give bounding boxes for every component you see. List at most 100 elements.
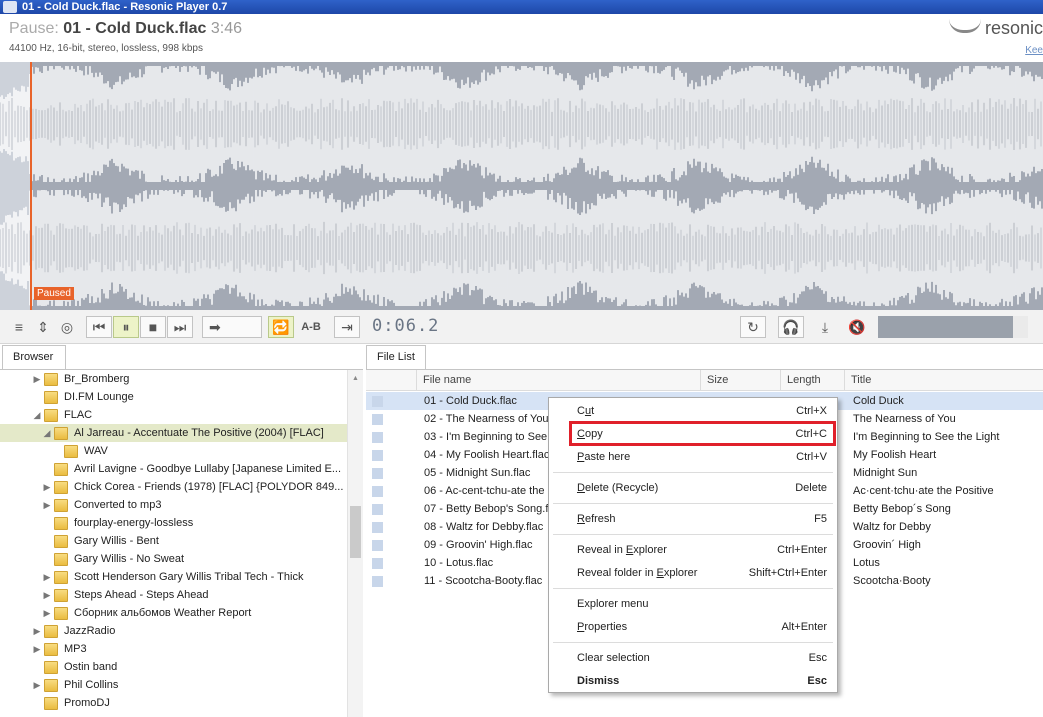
row-checkbox[interactable]: [372, 450, 383, 461]
tree-item[interactable]: ▶ Converted to mp3: [0, 496, 347, 514]
browser-scrollbar[interactable]: ▲: [347, 370, 363, 717]
download-button[interactable]: ⤓: [812, 316, 838, 338]
accelerator-key: R: [577, 513, 585, 525]
tree-item[interactable]: ▶ Phil Collins: [0, 676, 347, 694]
stop-button[interactable]: ■: [140, 316, 166, 338]
seek-marker-button[interactable]: ⇥: [334, 316, 360, 338]
menu-item-shortcut: Ctrl+Enter: [777, 544, 827, 556]
volume-slider[interactable]: [878, 316, 1028, 338]
tree-item[interactable]: ▶ Br_Bromberg: [0, 370, 347, 388]
menu-item-reveal-folder-in-explorer[interactable]: Reveal folder in Explorer Shift+Ctrl+Ente…: [549, 562, 837, 584]
file-list-header: File name Size Length Title: [366, 370, 1043, 391]
keep-link[interactable]: Kee: [1025, 45, 1043, 56]
title-cell: Betty Bebop´s Song: [853, 503, 951, 515]
row-checkbox[interactable]: [372, 396, 383, 407]
menu-item-paste-here[interactable]: Paste here Ctrl+V: [549, 446, 837, 468]
expand-arrow-icon[interactable]: ▶: [32, 622, 42, 640]
refresh-button[interactable]: ↻: [740, 316, 766, 338]
row-checkbox[interactable]: [372, 576, 383, 587]
menu-item-cut[interactable]: Cut Ctrl+X: [549, 400, 837, 422]
tree-item-label: WAV: [84, 445, 108, 457]
tree-item[interactable]: ▶ MP3: [0, 640, 347, 658]
menu-item-refresh[interactable]: Refresh F5: [549, 508, 837, 530]
playhead[interactable]: [30, 62, 32, 310]
tab-file-list[interactable]: File List: [366, 345, 426, 370]
time-display: 0:06.2: [372, 316, 440, 336]
app-icon: [3, 1, 17, 13]
expand-arrow-icon[interactable]: ▶: [32, 370, 42, 388]
menu-icon[interactable]: ≡: [6, 316, 32, 338]
tree-item[interactable]: ◢ Al Jarreau - Accentuate The Positive (2…: [0, 424, 347, 442]
tree-item[interactable]: ▶ Scott Henderson Gary Willis Tribal Tech…: [0, 568, 347, 586]
scroll-up-icon[interactable]: ▲: [352, 375, 359, 382]
download-icon: ⤓: [821, 318, 829, 335]
tree-item[interactable]: ▶ Chick Corea - Friends (1978) [FLAC] {PO…: [0, 478, 347, 496]
column-length[interactable]: Length: [780, 370, 844, 391]
row-checkbox[interactable]: [372, 414, 383, 425]
pause-icon: ⏸: [122, 318, 130, 335]
row-checkbox[interactable]: [372, 486, 383, 497]
column-file-name[interactable]: File name: [416, 370, 700, 391]
tree-item[interactable]: ▶ JazzRadio: [0, 622, 347, 640]
skip-back-icon: ⏮: [92, 318, 106, 335]
pause-button[interactable]: ⏸: [113, 316, 139, 338]
mute-button[interactable]: 🔇: [844, 316, 870, 338]
row-checkbox[interactable]: [372, 468, 383, 479]
menu-separator: [553, 642, 833, 643]
expand-arrow-icon[interactable]: ▶: [42, 478, 52, 496]
tab-browser[interactable]: Browser: [2, 345, 66, 370]
loop-button[interactable]: 🔁: [268, 316, 294, 338]
menu-item-clear-selection[interactable]: Clear selection Esc: [549, 647, 837, 669]
menu-item-reveal-in-explorer[interactable]: Reveal in Explorer Ctrl+Enter: [549, 539, 837, 561]
collapse-arrow-icon[interactable]: ◢: [32, 406, 42, 424]
row-checkbox[interactable]: [372, 432, 383, 443]
reorder-icon[interactable]: ⇕: [30, 316, 56, 338]
next-button[interactable]: ⏭: [167, 316, 193, 338]
paused-badge: Paused: [34, 287, 74, 300]
context-menu: Cut Ctrl+X Copy Ctrl+C Paste here Ctrl+V Delet…: [548, 397, 838, 693]
tree-item[interactable]: ◢ FLAC: [0, 406, 347, 424]
folder-icon: [44, 391, 58, 404]
ab-repeat-button[interactable]: A-B: [298, 316, 324, 338]
headphones-button[interactable]: 🎧: [778, 316, 804, 338]
row-checkbox[interactable]: [372, 522, 383, 533]
tree-item[interactable]: ▶ Сборник альбомов Weather Report: [0, 604, 347, 622]
folder-icon: [44, 373, 58, 386]
expand-arrow-icon[interactable]: ▶: [42, 586, 52, 604]
collapse-arrow-icon[interactable]: ◢: [42, 424, 52, 442]
expand-arrow-icon[interactable]: ▶: [42, 496, 52, 514]
menu-item-delete-recycle[interactable]: Delete (Recycle) Delete: [549, 477, 837, 499]
tree-item-label: Phil Collins: [64, 679, 119, 691]
menu-separator: [553, 503, 833, 504]
menu-item-label: Reveal folder in Explorer: [577, 567, 698, 579]
row-checkbox[interactable]: [372, 558, 383, 569]
menu-item-explorer-menu[interactable]: Explorer menu: [549, 593, 837, 615]
tree-item[interactable]: PromoDJ: [0, 694, 347, 712]
menu-item-label: Refresh: [577, 513, 616, 525]
tree-item[interactable]: Avril Lavigne - Goodbye Lullaby [Japanes…: [0, 460, 347, 478]
expand-arrow-icon[interactable]: ▶: [42, 604, 52, 622]
column-title[interactable]: Title: [844, 370, 1043, 391]
waveform-view[interactable]: Paused: [0, 62, 1043, 310]
tree-item[interactable]: ▶ Steps Ahead - Steps Ahead: [0, 586, 347, 604]
row-checkbox[interactable]: [372, 540, 383, 551]
menu-item-dismiss[interactable]: Dismiss Esc: [549, 670, 837, 692]
autoplay-toggle[interactable]: ➡: [202, 316, 262, 338]
tree-item[interactable]: Ostin band: [0, 658, 347, 676]
row-checkbox[interactable]: [372, 504, 383, 515]
expand-arrow-icon[interactable]: ▶: [32, 676, 42, 694]
expand-arrow-icon[interactable]: ▶: [32, 640, 42, 658]
target-icon[interactable]: ◎: [54, 316, 80, 338]
tree-item[interactable]: Gary Willis - No Sweat: [0, 550, 347, 568]
tree-item[interactable]: Gary Willis - Bent: [0, 532, 347, 550]
accelerator-key: D: [577, 482, 585, 494]
previous-button[interactable]: ⏮: [86, 316, 112, 338]
column-size[interactable]: Size: [700, 370, 780, 391]
menu-item-properties[interactable]: Properties Alt+Enter: [549, 616, 837, 638]
tree-item[interactable]: fourplay-energy-lossless: [0, 514, 347, 532]
tree-item[interactable]: WAV: [0, 442, 347, 460]
scrollbar-thumb[interactable]: [350, 506, 361, 558]
expand-arrow-icon[interactable]: ▶: [42, 568, 52, 586]
tree-item[interactable]: DI.FM Lounge: [0, 388, 347, 406]
menu-item-label: Cut: [577, 405, 595, 417]
